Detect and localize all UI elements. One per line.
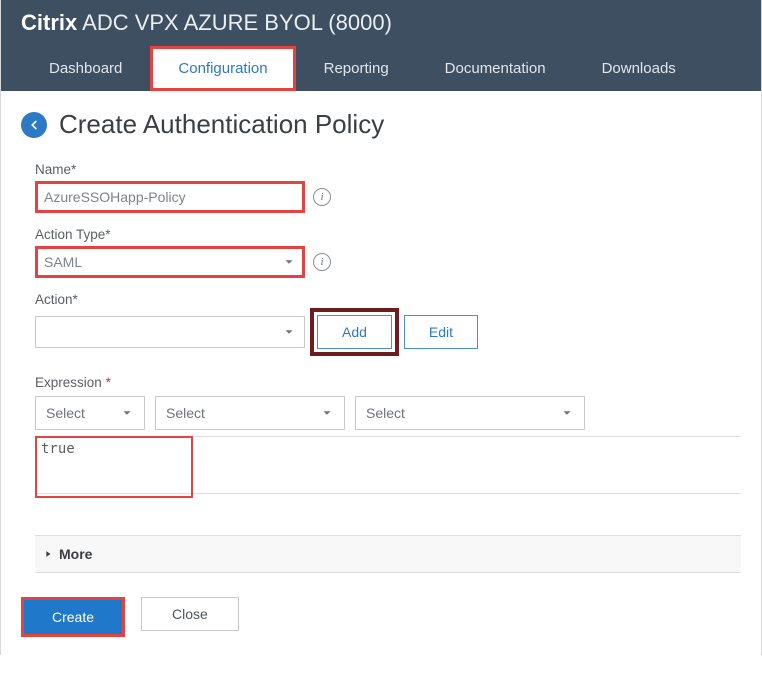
name-label: Name* [35,162,741,177]
page-title: Create Authentication Policy [59,109,384,140]
chevron-down-icon [320,406,334,420]
chevron-down-icon [560,406,574,420]
caret-right-icon [43,549,53,559]
footer-buttons: Create Close [1,583,761,655]
form-area: Name* i Action Type* SAML i Action* Add [21,162,741,573]
brand-rest: ADC VPX AZURE BYOL (8000) [77,10,392,35]
info-icon[interactable]: i [313,253,331,271]
chevron-down-icon [282,255,296,269]
expression-selects: Select Select Select [35,396,741,430]
expression-select-3[interactable]: Select [355,396,585,430]
more-label: More [59,546,92,562]
expression-label: Expression * [35,375,741,390]
tab-downloads[interactable]: Downloads [574,46,704,91]
name-input-field[interactable] [44,189,296,205]
tab-reporting[interactable]: Reporting [296,46,417,91]
page-body: Create Authentication Policy Name* i Act… [1,91,761,583]
create-button-highlight: Create [21,597,125,637]
brand-bold: Citrix [21,10,77,35]
expression-text-wrap [35,436,741,499]
tab-dashboard[interactable]: Dashboard [21,46,150,91]
name-input[interactable] [35,181,305,213]
expression-textarea[interactable] [35,436,741,494]
create-button[interactable]: Create [24,600,122,634]
tab-configuration[interactable]: Configuration [150,46,295,91]
title-row: Create Authentication Policy [21,109,741,140]
expression-select-2[interactable]: Select [155,396,345,430]
expression-select-1[interactable]: Select [35,396,145,430]
action-select[interactable] [35,316,305,348]
close-button[interactable]: Close [141,597,239,631]
more-expander[interactable]: More [35,535,741,573]
brand-title: Citrix ADC VPX AZURE BYOL (8000) [21,10,741,42]
chevron-down-icon [120,406,134,420]
edit-button[interactable]: Edit [404,315,478,349]
action-type-value: SAML [44,254,82,270]
info-icon[interactable]: i [313,188,331,206]
app-header: Citrix ADC VPX AZURE BYOL (8000) Dashboa… [1,0,761,91]
back-icon[interactable] [21,112,47,138]
top-tabs: Dashboard Configuration Reporting Docume… [21,46,741,91]
action-type-label: Action Type* [35,227,741,242]
action-label: Action* [35,292,741,307]
chevron-down-icon [282,325,296,339]
action-type-select[interactable]: SAML [35,246,305,278]
add-button[interactable]: Add [317,315,392,349]
tab-documentation[interactable]: Documentation [417,46,574,91]
add-button-highlight: Add [313,311,396,353]
